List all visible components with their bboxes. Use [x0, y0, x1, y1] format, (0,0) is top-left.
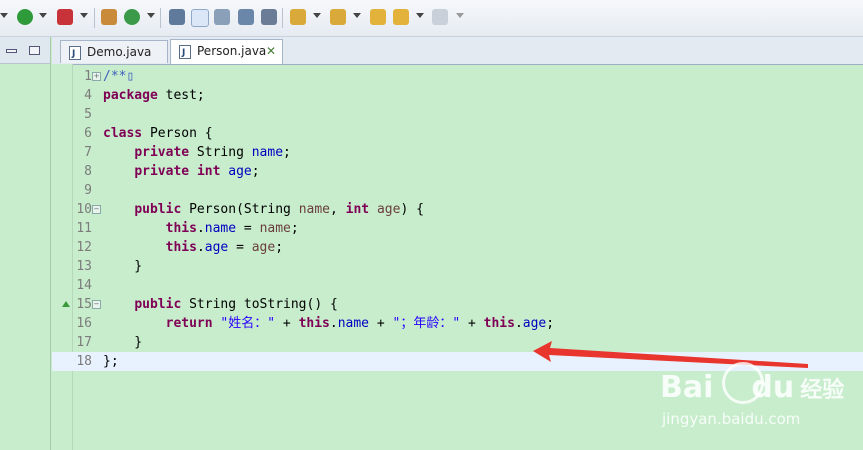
open-type-icon[interactable]	[169, 9, 185, 25]
show-whitespace-icon[interactable]	[238, 9, 254, 25]
run-dropdown-icon[interactable]	[39, 13, 47, 18]
new-package-icon[interactable]	[101, 9, 117, 25]
package-explorer-pane	[0, 37, 51, 450]
toggle-block-icon[interactable]	[214, 9, 230, 25]
back-icon[interactable]	[393, 9, 409, 25]
watermark-logo: Bai du 经验	[660, 370, 845, 405]
view-toolbar	[0, 37, 50, 64]
forward-icon[interactable]	[432, 9, 448, 25]
debug-dropdown-icon[interactable]	[80, 13, 88, 18]
previous-annotation-icon[interactable]	[330, 9, 346, 25]
new-dropdown-icon[interactable]	[147, 13, 155, 18]
pilcrow-icon[interactable]	[261, 9, 277, 25]
back-dropdown-icon[interactable]	[416, 13, 424, 18]
next-annotation-dropdown-icon[interactable]	[313, 13, 321, 18]
previous-annotation-dropdown-icon[interactable]	[353, 13, 361, 18]
main-toolbar	[0, 0, 863, 37]
last-edit-icon[interactable]	[370, 9, 386, 25]
new-class-icon[interactable]	[124, 9, 140, 25]
debug-icon[interactable]	[57, 9, 73, 25]
dropdown-caret-icon[interactable]	[0, 13, 8, 18]
toolbar-separator	[94, 8, 95, 28]
minimize-icon[interactable]	[6, 49, 17, 53]
toolbar-separator	[160, 8, 161, 28]
next-annotation-icon[interactable]	[290, 9, 306, 25]
toolbar-separator	[282, 8, 283, 28]
run-icon[interactable]	[17, 9, 33, 25]
forward-dropdown-icon[interactable]	[456, 13, 464, 18]
watermark-url: jingyan.baidu.com	[662, 410, 801, 428]
red-arrow-icon	[533, 341, 808, 368]
highlight-occurrences-icon[interactable]	[191, 9, 209, 27]
maximize-icon[interactable]	[29, 46, 40, 55]
